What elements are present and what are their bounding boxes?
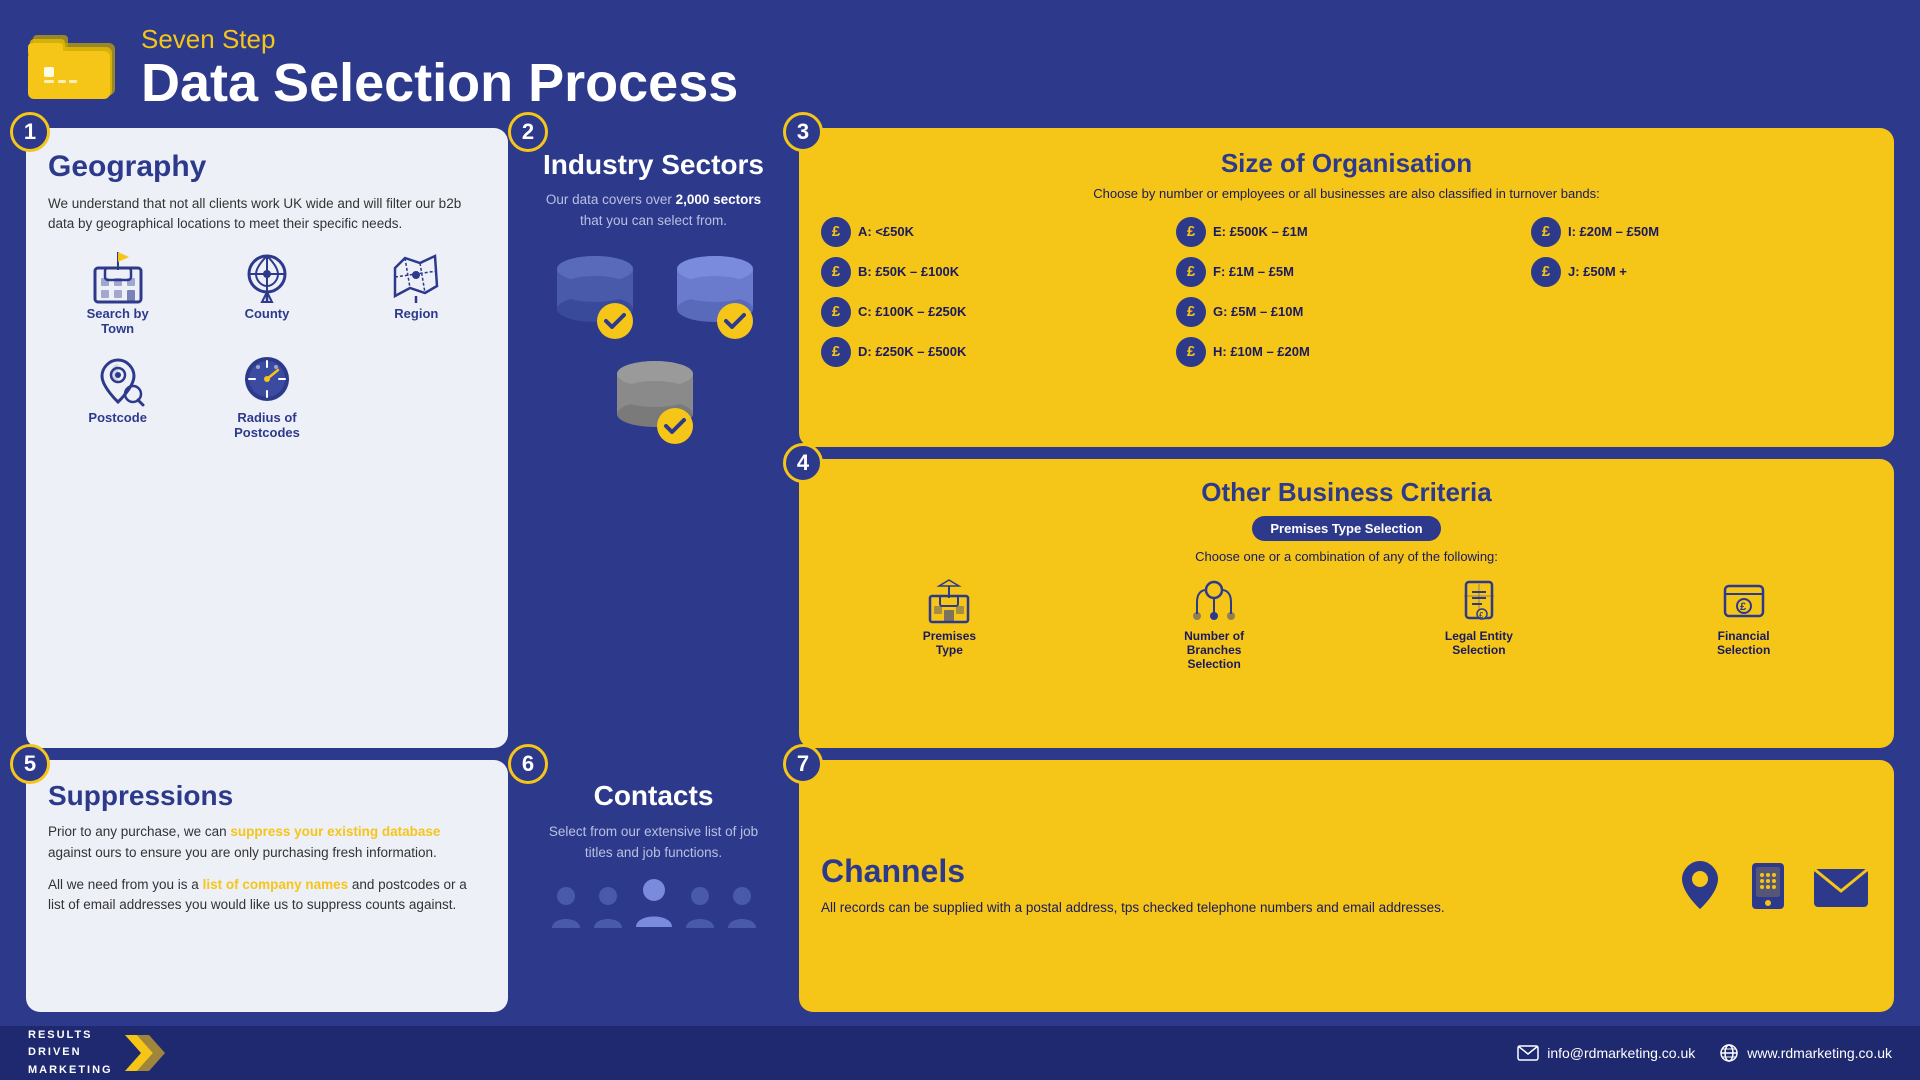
postcode-icon bbox=[87, 352, 149, 410]
geography-card: 1 Geography We understand that not all c… bbox=[26, 128, 508, 749]
database-icon-3 bbox=[600, 354, 710, 449]
contacts-desc: Select from our extensive list of job ti… bbox=[540, 822, 767, 863]
database-icon-1 bbox=[540, 249, 650, 344]
step7-badge: 7 bbox=[783, 744, 823, 784]
band-d: £ D: £250K – £500K bbox=[821, 337, 1162, 367]
suppressions-title: Suppressions bbox=[48, 780, 486, 812]
step4-badge: 4 bbox=[783, 443, 823, 483]
contacts-card: 6 Contacts Select from our extensive lis… bbox=[524, 760, 783, 1011]
band-h: £ H: £10M – £20M bbox=[1176, 337, 1517, 367]
band-b: £ B: £50K – £100K bbox=[821, 257, 1162, 287]
town-label: Search byTown bbox=[87, 306, 149, 336]
telephone-icon bbox=[1742, 857, 1794, 915]
footer-website: www.rdmarketing.co.uk bbox=[1719, 1043, 1892, 1063]
geo-item-town: Search byTown bbox=[48, 248, 187, 336]
person-icon-center bbox=[632, 877, 676, 932]
channels-desc: All records can be supplied with a posta… bbox=[821, 898, 1654, 918]
location-icon bbox=[1674, 857, 1726, 915]
radius-label: Radius ofPostcodes bbox=[234, 410, 300, 440]
size-subtitle: Choose by number or employees or all bus… bbox=[821, 185, 1872, 203]
channels-title: Channels bbox=[821, 853, 1654, 890]
band-c: £ C: £100K – £250K bbox=[821, 297, 1162, 327]
suppressions-card: 5 Suppressions Prior to any purchase, we… bbox=[26, 760, 508, 1011]
logo-chevron bbox=[125, 1035, 165, 1071]
footer-logo: RESULTSDRIVENMARKETING bbox=[28, 1027, 165, 1080]
footer: RESULTSDRIVENMARKETING info@rdmarketing.… bbox=[0, 1026, 1920, 1080]
branches-icon bbox=[1187, 576, 1241, 624]
geography-title: Geography bbox=[48, 150, 486, 184]
other-criteria-card: 4 Other Business Criteria Premises Type … bbox=[799, 459, 1894, 749]
size-title: Size of Organisation bbox=[821, 148, 1872, 179]
geography-desc: We understand that not all clients work … bbox=[48, 194, 486, 235]
band-e: £ E: £500K – £1M bbox=[1176, 217, 1517, 247]
band-a: £ A: <£50K bbox=[821, 217, 1162, 247]
criteria-financial: £ FinancialSelection bbox=[1615, 576, 1872, 671]
channels-card: 7 Channels All records can be supplied w… bbox=[799, 760, 1894, 1011]
step3-badge: 3 bbox=[783, 112, 823, 152]
footer-website-text: www.rdmarketing.co.uk bbox=[1747, 1045, 1892, 1061]
globe-icon bbox=[1719, 1043, 1739, 1063]
folder-icon bbox=[28, 25, 123, 110]
database-icon-2 bbox=[660, 249, 770, 344]
step2-badge: 2 bbox=[508, 112, 548, 152]
contacts-title: Contacts bbox=[540, 780, 767, 812]
svg-text:£: £ bbox=[1740, 601, 1746, 613]
radius-icon bbox=[236, 352, 298, 410]
channels-content: Channels All records can be supplied wit… bbox=[821, 853, 1654, 918]
step1-badge: 1 bbox=[10, 112, 50, 152]
premises-badge: Premises Type Selection bbox=[1252, 516, 1440, 541]
person-icon-1 bbox=[548, 884, 584, 932]
suppressions-desc1: Prior to any purchase, we can suppress y… bbox=[48, 822, 486, 863]
band-i: £ I: £20M – £50M bbox=[1531, 217, 1872, 247]
geo-item-radius: Radius ofPostcodes bbox=[197, 352, 336, 440]
industry-card: 2 Industry Sectors Our data covers over … bbox=[524, 128, 783, 749]
person-icon-4 bbox=[724, 884, 760, 932]
criteria-premises: PremisesType bbox=[821, 576, 1078, 671]
legal-icon: £ bbox=[1452, 576, 1506, 624]
header-title: Data Selection Process bbox=[141, 55, 738, 112]
person-icon-2 bbox=[590, 884, 626, 932]
suppressions-desc2: All we need from you is a list of compan… bbox=[48, 875, 486, 916]
footer-email-text: info@rdmarketing.co.uk bbox=[1547, 1045, 1695, 1061]
industry-desc: Our data covers over 2,000 sectors that … bbox=[540, 190, 767, 231]
county-label: County bbox=[245, 306, 290, 321]
header-text: Seven Step Data Selection Process bbox=[141, 24, 738, 112]
band-f: £ F: £1M – £5M bbox=[1176, 257, 1517, 287]
region-icon bbox=[385, 248, 447, 306]
footer-email: info@rdmarketing.co.uk bbox=[1517, 1045, 1695, 1061]
band-j: £ J: £50M + bbox=[1531, 257, 1872, 287]
other-subtitle: Choose one or a combination of any of th… bbox=[821, 549, 1872, 564]
geo-item-postcode: Postcode bbox=[48, 352, 187, 440]
criteria-branches: Number ofBranchesSelection bbox=[1086, 576, 1343, 671]
channels-icons bbox=[1674, 857, 1872, 915]
financial-icon: £ bbox=[1717, 576, 1771, 624]
email-footer-icon bbox=[1517, 1045, 1539, 1061]
svg-text:£: £ bbox=[1479, 611, 1484, 620]
town-icon bbox=[87, 248, 149, 306]
email-icon bbox=[1810, 863, 1872, 909]
premises-icon bbox=[922, 576, 976, 624]
step5-badge: 5 bbox=[10, 744, 50, 784]
other-title: Other Business Criteria bbox=[821, 477, 1872, 508]
person-icon-3 bbox=[682, 884, 718, 932]
size-card: 3 Size of Organisation Choose by number … bbox=[799, 128, 1894, 447]
postcode-label: Postcode bbox=[88, 410, 147, 425]
region-label: Region bbox=[394, 306, 438, 321]
county-icon bbox=[236, 248, 298, 306]
header: Seven Step Data Selection Process bbox=[0, 0, 1920, 122]
step6-badge: 6 bbox=[508, 744, 548, 784]
industry-title: Industry Sectors bbox=[540, 150, 767, 181]
band-g: £ G: £5M – £10M bbox=[1176, 297, 1517, 327]
geo-item-county: County bbox=[197, 248, 336, 336]
header-subtitle: Seven Step bbox=[141, 24, 738, 55]
criteria-legal: £ Legal EntitySelection bbox=[1351, 576, 1608, 671]
footer-contact: info@rdmarketing.co.uk www.rdmarketing.c… bbox=[1517, 1043, 1892, 1063]
geo-item-region: Region bbox=[347, 248, 486, 336]
footer-logo-text: RESULTSDRIVENMARKETING bbox=[28, 1027, 113, 1080]
